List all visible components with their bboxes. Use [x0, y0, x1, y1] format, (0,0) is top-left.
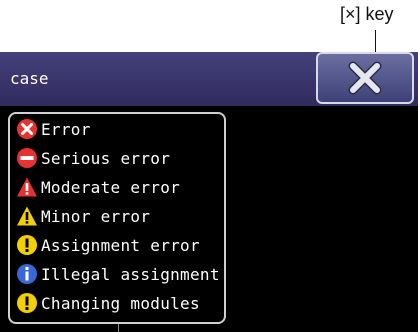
assignment-error-exclamation-icon: [17, 235, 37, 255]
legend-item-minor-error: Minor error: [16, 203, 150, 229]
x-key-callout-label: [×] key: [340, 4, 394, 24]
close-button[interactable]: [316, 52, 414, 104]
screen: case Error Serious error Moderate error …: [0, 52, 418, 332]
serious-error-minus-icon: [17, 148, 37, 168]
legend-item-illegal-assignment: Illegal assignment: [16, 261, 220, 287]
status-icon-legend: Error Serious error Moderate error Minor…: [8, 112, 226, 324]
legend-item-error: Error: [16, 116, 91, 142]
legend-label: Minor error: [41, 206, 151, 226]
error-x-icon: [17, 119, 37, 139]
legend-label: Illegal assignment: [41, 264, 220, 284]
close-x-icon: [348, 61, 382, 95]
moderate-error-triangle-icon: [17, 177, 37, 197]
x-key-callout-line: [375, 30, 376, 52]
legend-item-moderate-error: Moderate error: [16, 174, 180, 200]
legend-label: Error: [41, 119, 91, 139]
legend-label: Moderate error: [41, 177, 181, 197]
minor-error-triangle-icon: [17, 206, 37, 226]
legend-label: Changing modules: [41, 293, 200, 313]
legend-label: Assignment error: [41, 235, 200, 255]
legend-item-serious-error: Serious error: [16, 145, 170, 171]
legend-item-changing-modules: Changing modules: [16, 290, 200, 316]
divider-tick: [118, 324, 119, 332]
changing-modules-exclamation-icon: [17, 293, 37, 313]
legend-item-assignment-error: Assignment error: [16, 232, 200, 258]
title-bar: case: [0, 52, 418, 106]
legend-label: Serious error: [41, 148, 171, 168]
window-title: case: [10, 69, 49, 88]
illegal-assignment-info-icon: [17, 264, 37, 284]
